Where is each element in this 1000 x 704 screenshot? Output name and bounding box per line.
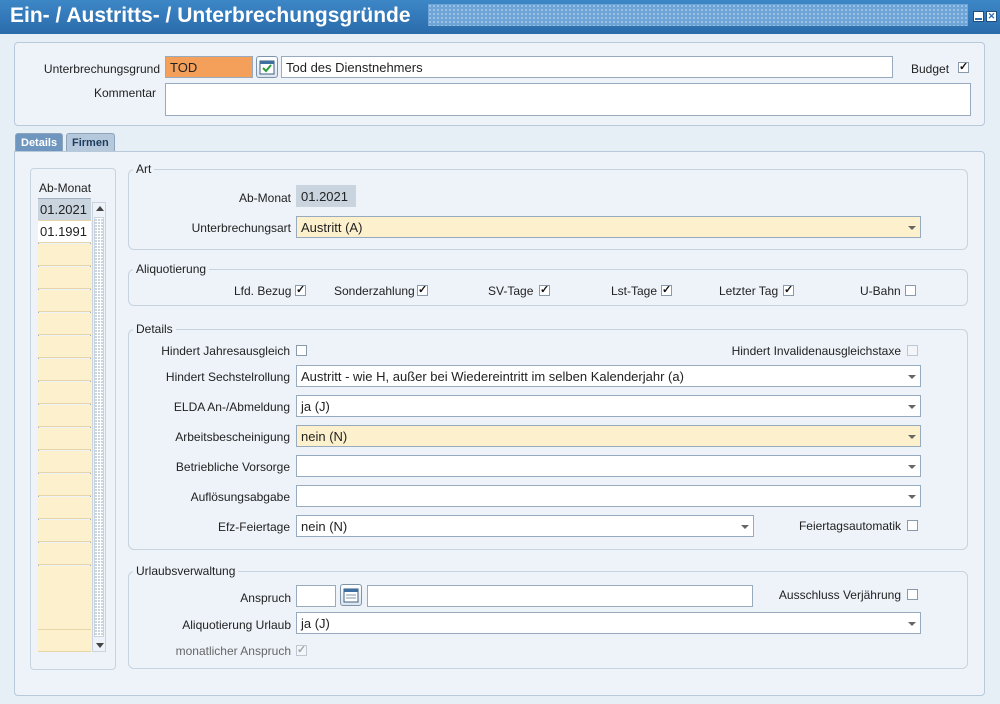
calendar-check-icon bbox=[259, 60, 275, 75]
invalidenausgleichstaxe-label: Hindert Invalidenausgleichstaxe bbox=[731, 344, 901, 358]
sonderzahlung-checkbox[interactable] bbox=[417, 283, 428, 296]
main-area: Unterbrechungsgrund TOD Tod des Dienstne… bbox=[0, 34, 1000, 704]
list-item[interactable]: 01.2021 bbox=[38, 199, 91, 221]
arbeitsbescheinigung-label: Arbeitsbescheinigung bbox=[175, 430, 290, 444]
invalidenausgleichstaxe-checkbox[interactable] bbox=[907, 345, 918, 356]
unterbrechungsgrund-text-input[interactable]: Tod des Dienstnehmers bbox=[281, 56, 893, 78]
efz-feiertage-select[interactable]: nein (N) bbox=[296, 515, 754, 537]
list-item[interactable] bbox=[38, 313, 91, 335]
list-item[interactable] bbox=[38, 586, 91, 608]
efz-feiertage-label: Efz-Feiertage bbox=[217, 520, 290, 534]
letzter-tag-label: Letzter Tag bbox=[719, 284, 779, 298]
tab-details[interactable]: Details bbox=[15, 133, 64, 151]
list-item[interactable] bbox=[38, 543, 91, 565]
anspruch-label: Anspruch bbox=[240, 591, 291, 605]
scroll-up-icon[interactable] bbox=[96, 206, 104, 211]
unterbrechungsart-label: Unterbrechungsart bbox=[191, 221, 291, 235]
letzter-tag-checkbox[interactable] bbox=[783, 283, 794, 296]
list-item[interactable] bbox=[38, 382, 91, 404]
feiertagsautomatik-checkbox[interactable] bbox=[907, 520, 918, 531]
kommentar-label: Kommentar bbox=[93, 86, 156, 100]
sonderzahlung-label: Sonderzahlung bbox=[334, 284, 415, 298]
lfd-bezug-label: Lfd. Bezug bbox=[234, 284, 292, 298]
sv-tage-label: SV-Tage bbox=[488, 284, 534, 298]
sechstelrollung-label: Hindert Sechstelrollung bbox=[165, 370, 290, 384]
lookup-button[interactable] bbox=[256, 56, 278, 78]
sechstelrollung-select[interactable]: Austritt - wie H, außer bei Wiedereintri… bbox=[296, 365, 921, 387]
art-group-title: Art bbox=[133, 162, 155, 176]
anspruch-input[interactable] bbox=[296, 585, 336, 607]
list-item[interactable] bbox=[38, 428, 91, 450]
list-item[interactable] bbox=[38, 566, 91, 588]
anspruch-text-input[interactable] bbox=[367, 585, 753, 607]
sv-tage-checkbox[interactable] bbox=[539, 283, 550, 296]
minimize-icon bbox=[975, 18, 982, 20]
aliquotierung-urlaub-select[interactable]: ja (J) bbox=[296, 612, 921, 634]
u-bahn-label: U-Bahn bbox=[860, 284, 901, 298]
minimize-button[interactable] bbox=[973, 11, 984, 22]
u-bahn-checkbox[interactable] bbox=[905, 285, 916, 296]
list-item[interactable] bbox=[38, 290, 91, 312]
window-title: Ein- / Austritts- / Unterbrechungsgründe bbox=[10, 4, 411, 27]
feiertagsautomatik-label: Feiertagsautomatik bbox=[798, 519, 901, 533]
calendar-icon bbox=[343, 588, 359, 603]
ab-monat-field: 01.2021 bbox=[296, 185, 356, 207]
list-item[interactable] bbox=[38, 520, 91, 542]
list-item[interactable] bbox=[38, 497, 91, 519]
ab-monat-list-header: Ab-Monat bbox=[39, 181, 92, 195]
details-group-title: Details bbox=[133, 322, 176, 336]
verjaehrung-label: Ausschluss Verjährung bbox=[778, 588, 901, 602]
lfd-bezug-checkbox[interactable] bbox=[295, 283, 306, 296]
aliquotierung-group-title: Aliquotierung bbox=[133, 262, 210, 276]
list-item[interactable] bbox=[38, 451, 91, 473]
list-item[interactable] bbox=[38, 359, 91, 381]
scroll-down-icon[interactable] bbox=[96, 643, 104, 648]
betriebliche-vorsorge-select[interactable] bbox=[296, 455, 921, 477]
tab-firmen[interactable]: Firmen bbox=[66, 133, 115, 151]
arbeitsbescheinigung-select[interactable]: nein (N) bbox=[296, 425, 921, 447]
list-item[interactable] bbox=[38, 267, 91, 289]
urlaubsverwaltung-group-title: Urlaubsverwaltung bbox=[133, 564, 239, 578]
budget-label: Budget bbox=[911, 62, 950, 76]
list-item[interactable] bbox=[38, 336, 91, 358]
list-item[interactable] bbox=[38, 244, 91, 266]
unterbrechungsart-select[interactable]: Austritt (A) bbox=[296, 216, 921, 238]
unterbrechungsgrund-code-input[interactable]: TOD bbox=[165, 56, 253, 78]
aliquotierung-urlaub-label: Aliquotierung Urlaub bbox=[182, 618, 291, 632]
jahresausgleich-label: Hindert Jahresausgleich bbox=[161, 344, 290, 358]
elda-label: ELDA An-/Abmeldung bbox=[173, 400, 290, 414]
monatlicher-anspruch-label: monatlicher Anspruch bbox=[175, 644, 291, 658]
verjaehrung-checkbox[interactable] bbox=[907, 589, 918, 600]
list-item[interactable] bbox=[38, 608, 91, 630]
title-bar: Ein- / Austritts- / Unterbrechungsgründe… bbox=[0, 0, 1000, 34]
list-item[interactable] bbox=[38, 474, 91, 496]
list-item[interactable] bbox=[38, 405, 91, 427]
list-item[interactable]: 01.1991 bbox=[38, 221, 91, 243]
close-button[interactable]: ✕ bbox=[986, 11, 997, 22]
list-scrollbar[interactable] bbox=[92, 202, 106, 652]
lst-tage-label: Lst-Tage bbox=[611, 284, 658, 298]
aufloesungsabgabe-label: Auflösungsabgabe bbox=[190, 490, 290, 504]
aufloesungsabgabe-select[interactable] bbox=[296, 485, 921, 507]
calendar-button[interactable] bbox=[340, 584, 362, 606]
jahresausgleich-checkbox[interactable] bbox=[296, 345, 307, 356]
title-bar-pattern bbox=[428, 4, 968, 26]
elda-select[interactable]: ja (J) bbox=[296, 395, 921, 417]
ab-monat-label: Ab-Monat bbox=[238, 191, 291, 205]
unterbrechungsgrund-label: Unterbrechungsgrund bbox=[43, 62, 160, 76]
scroll-thumb[interactable] bbox=[94, 217, 104, 637]
betriebliche-vorsorge-label: Betriebliche Vorsorge bbox=[175, 460, 290, 474]
budget-checkbox[interactable] bbox=[958, 60, 969, 73]
lst-tage-checkbox[interactable] bbox=[661, 283, 672, 296]
list-item[interactable] bbox=[38, 630, 91, 652]
monatlicher-anspruch-checkbox[interactable] bbox=[296, 643, 307, 656]
kommentar-input[interactable] bbox=[165, 83, 971, 116]
close-icon: ✕ bbox=[987, 11, 996, 21]
